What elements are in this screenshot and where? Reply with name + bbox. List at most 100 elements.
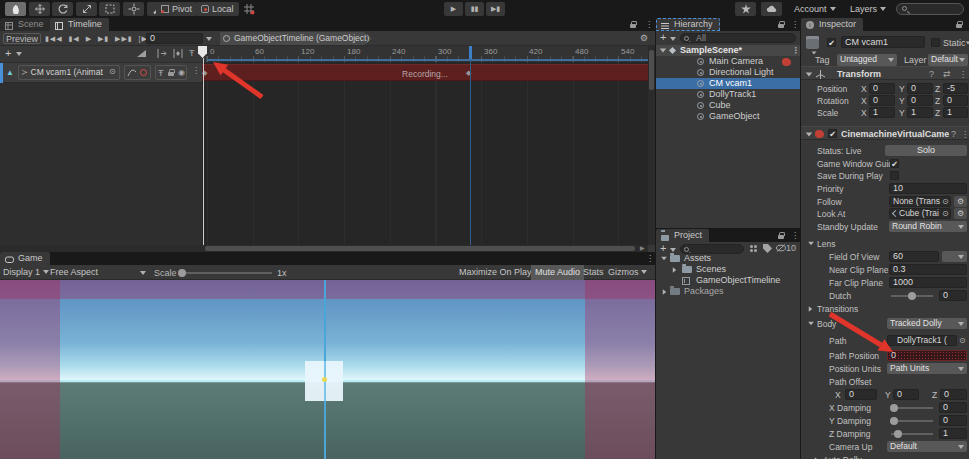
camera-up-dropdown[interactable]: Default [887,441,967,452]
aspect-dropdown[interactable]: Free Aspect [50,265,148,280]
hierarchy-search-input[interactable]: All [680,33,796,43]
timeline-end-marker[interactable] [469,46,472,59]
x-damping-knob[interactable] [890,404,898,412]
project-lock-icon[interactable] [778,235,784,239]
layers-dropdown[interactable]: Layers [845,2,891,16]
scale-y-field[interactable]: 1 [907,107,933,118]
transform-header[interactable]: Transform ? ⇄ ⋮ [801,66,969,80]
hierarchy-lock-icon[interactable] [778,24,784,28]
mute-audio-toggle[interactable]: Mute Audio [531,265,584,280]
track-binding[interactable]: ≻ CM vcam1 (Animat [18,65,120,80]
body-foldout[interactable]: Body [817,319,836,329]
cine-menu-icon[interactable]: ⋮ [961,128,969,141]
rotate-tool[interactable] [52,2,73,16]
scale-slider-knob[interactable] [178,269,186,277]
path-field[interactable]: DollyTrack1 ( [887,335,957,346]
offset-y-field[interactable]: 0 [893,389,919,400]
track-mute-icon[interactable]: ▲ [6,68,14,77]
scroll-right-icon[interactable]: ▶ [640,244,645,251]
auto-dolly-foldout[interactable]: Auto Dolly [823,455,862,459]
guides-checkbox[interactable]: ✔ [890,159,899,168]
far-clip-field[interactable]: 1000 [889,277,967,288]
timeline-breadcrumb[interactable]: GameObjectTimeline (GameObject) [220,32,372,45]
transport-controls[interactable]: ▮◀◀ ▮◀ ▶ ▶▮ ▶▶▮ [▶] [45,33,151,44]
rotation-x-field[interactable]: 0 [869,95,895,106]
transform-menu-icon[interactable]: ⋮ [959,68,967,81]
pin-icon[interactable]: Ŧ [158,68,164,78]
tab-game[interactable]: Game [0,252,50,265]
frame-field[interactable]: 0 [146,33,203,44]
marker-pin-icon[interactable]: Ŧ [189,48,195,58]
gizmos-dropdown[interactable]: Gizmos [604,265,651,280]
object-picker-icon[interactable]: ⊙ [109,67,116,76]
move-tool[interactable] [29,2,50,16]
recording-track[interactable]: Recording... ◆ ◆ [202,64,648,81]
add-track-button[interactable]: + [5,47,11,59]
position-x-field[interactable]: 0 [869,83,895,94]
project-item-assets[interactable]: Assets [656,253,801,264]
standby-dropdown[interactable]: Round Robin [889,221,967,232]
rect-tool[interactable] [99,2,120,16]
pause-button[interactable]: ▮▮ [465,2,484,16]
lookat-gear-icon[interactable]: ⚙ [954,208,967,219]
dutch-field[interactable]: 0 [939,290,967,301]
hierarchy-menu-icon[interactable]: ⋮ [791,18,799,31]
path-picker-icon[interactable]: ⊙ [959,336,966,345]
tab-scene[interactable]: Scene [0,18,51,31]
near-clip-field[interactable]: 0.3 [889,264,967,275]
z-damping-field[interactable]: 1 [939,428,967,439]
services-icon[interactable] [735,2,756,16]
x-damping-field[interactable]: 0 [939,402,967,413]
y-damping-field[interactable]: 0 [939,415,967,426]
follow-gear-icon[interactable]: ⚙ [954,196,967,207]
hierarchy-item-directional-light[interactable]: Directional Light [656,67,801,78]
timeline-vscrollbar[interactable] [648,46,655,245]
tab-project[interactable]: Project [656,229,709,242]
hand-tool[interactable] [5,2,26,16]
game-viewport[interactable] [0,280,655,459]
project-item-packages[interactable]: Packages [656,286,801,297]
fov-preset-dropdown[interactable] [942,251,967,262]
hidden-count[interactable]: 10 [776,243,796,253]
offset-x-field[interactable]: 0 [845,389,877,400]
game-menu-icon[interactable]: ⋮ [646,252,654,265]
frame-dropdown-icon[interactable] [206,37,212,41]
scale-slider[interactable] [180,272,272,274]
menu-icon[interactable]: ⋮ [645,18,653,31]
track-header[interactable]: ▲ ≻ CM vcam1 (Animat ⊙ Ŧ ◉ ⋮ [0,63,202,83]
tab-inspector[interactable]: iInspector [801,18,863,31]
lens-foldout[interactable]: Lens [817,239,835,249]
eye-icon[interactable]: ◉ [178,68,185,77]
tab-timeline[interactable]: Timeline [50,18,109,31]
tag-dropdown[interactable]: Untagged [837,54,897,66]
project-item-gameobjecttimeline[interactable]: GameObjectTimeline [656,275,801,286]
presets-icon[interactable]: ⇄ [943,67,951,81]
follow-picker-icon[interactable]: ⊙ [942,197,949,206]
rotation-y-field[interactable]: 0 [907,95,933,106]
hierarchy-item-cm-vcam1[interactable]: CM vcam1 [656,78,801,89]
lock-icon[interactable] [630,24,636,28]
timeline-ruler[interactable]: 0 60 120 180 240 300 360 420 480 540 [202,46,648,62]
position-z-field[interactable]: -5 [943,83,968,94]
timeline-hscrollbar[interactable]: ▶ [0,245,648,252]
y-damping-knob[interactable] [890,417,898,425]
scale-z-field[interactable]: 1 [943,107,968,118]
layer-dropdown[interactable]: Default [928,54,968,66]
curves-view-icon[interactable] [136,49,147,60]
maximize-on-play-toggle[interactable]: Maximize On Play [455,265,536,280]
cinemachine-enabled-checkbox[interactable]: ✔ [828,129,837,138]
cine-help-icon[interactable]: ? [951,127,956,141]
position-y-field[interactable]: 0 [907,83,933,94]
hierarchy-item-cube[interactable]: Cube [656,100,801,111]
transitions-foldout[interactable]: Transitions [817,304,858,314]
scene-header-row[interactable]: SampleScene* ⋮ [656,45,801,56]
position-units-dropdown[interactable]: Path Units [887,363,967,374]
curve-icon[interactable] [127,68,137,79]
step-button[interactable]: ▶▮ [486,2,505,16]
display-dropdown[interactable]: Display 1 [3,265,49,280]
pivot-toggle[interactable]: Pivot [156,2,197,16]
gear-icon[interactable]: ⚙ [640,33,648,43]
lookat-picker-icon[interactable]: ⊙ [942,209,949,218]
offset-z-field[interactable]: 0 [940,389,967,400]
help-icon[interactable]: ? [929,67,934,81]
